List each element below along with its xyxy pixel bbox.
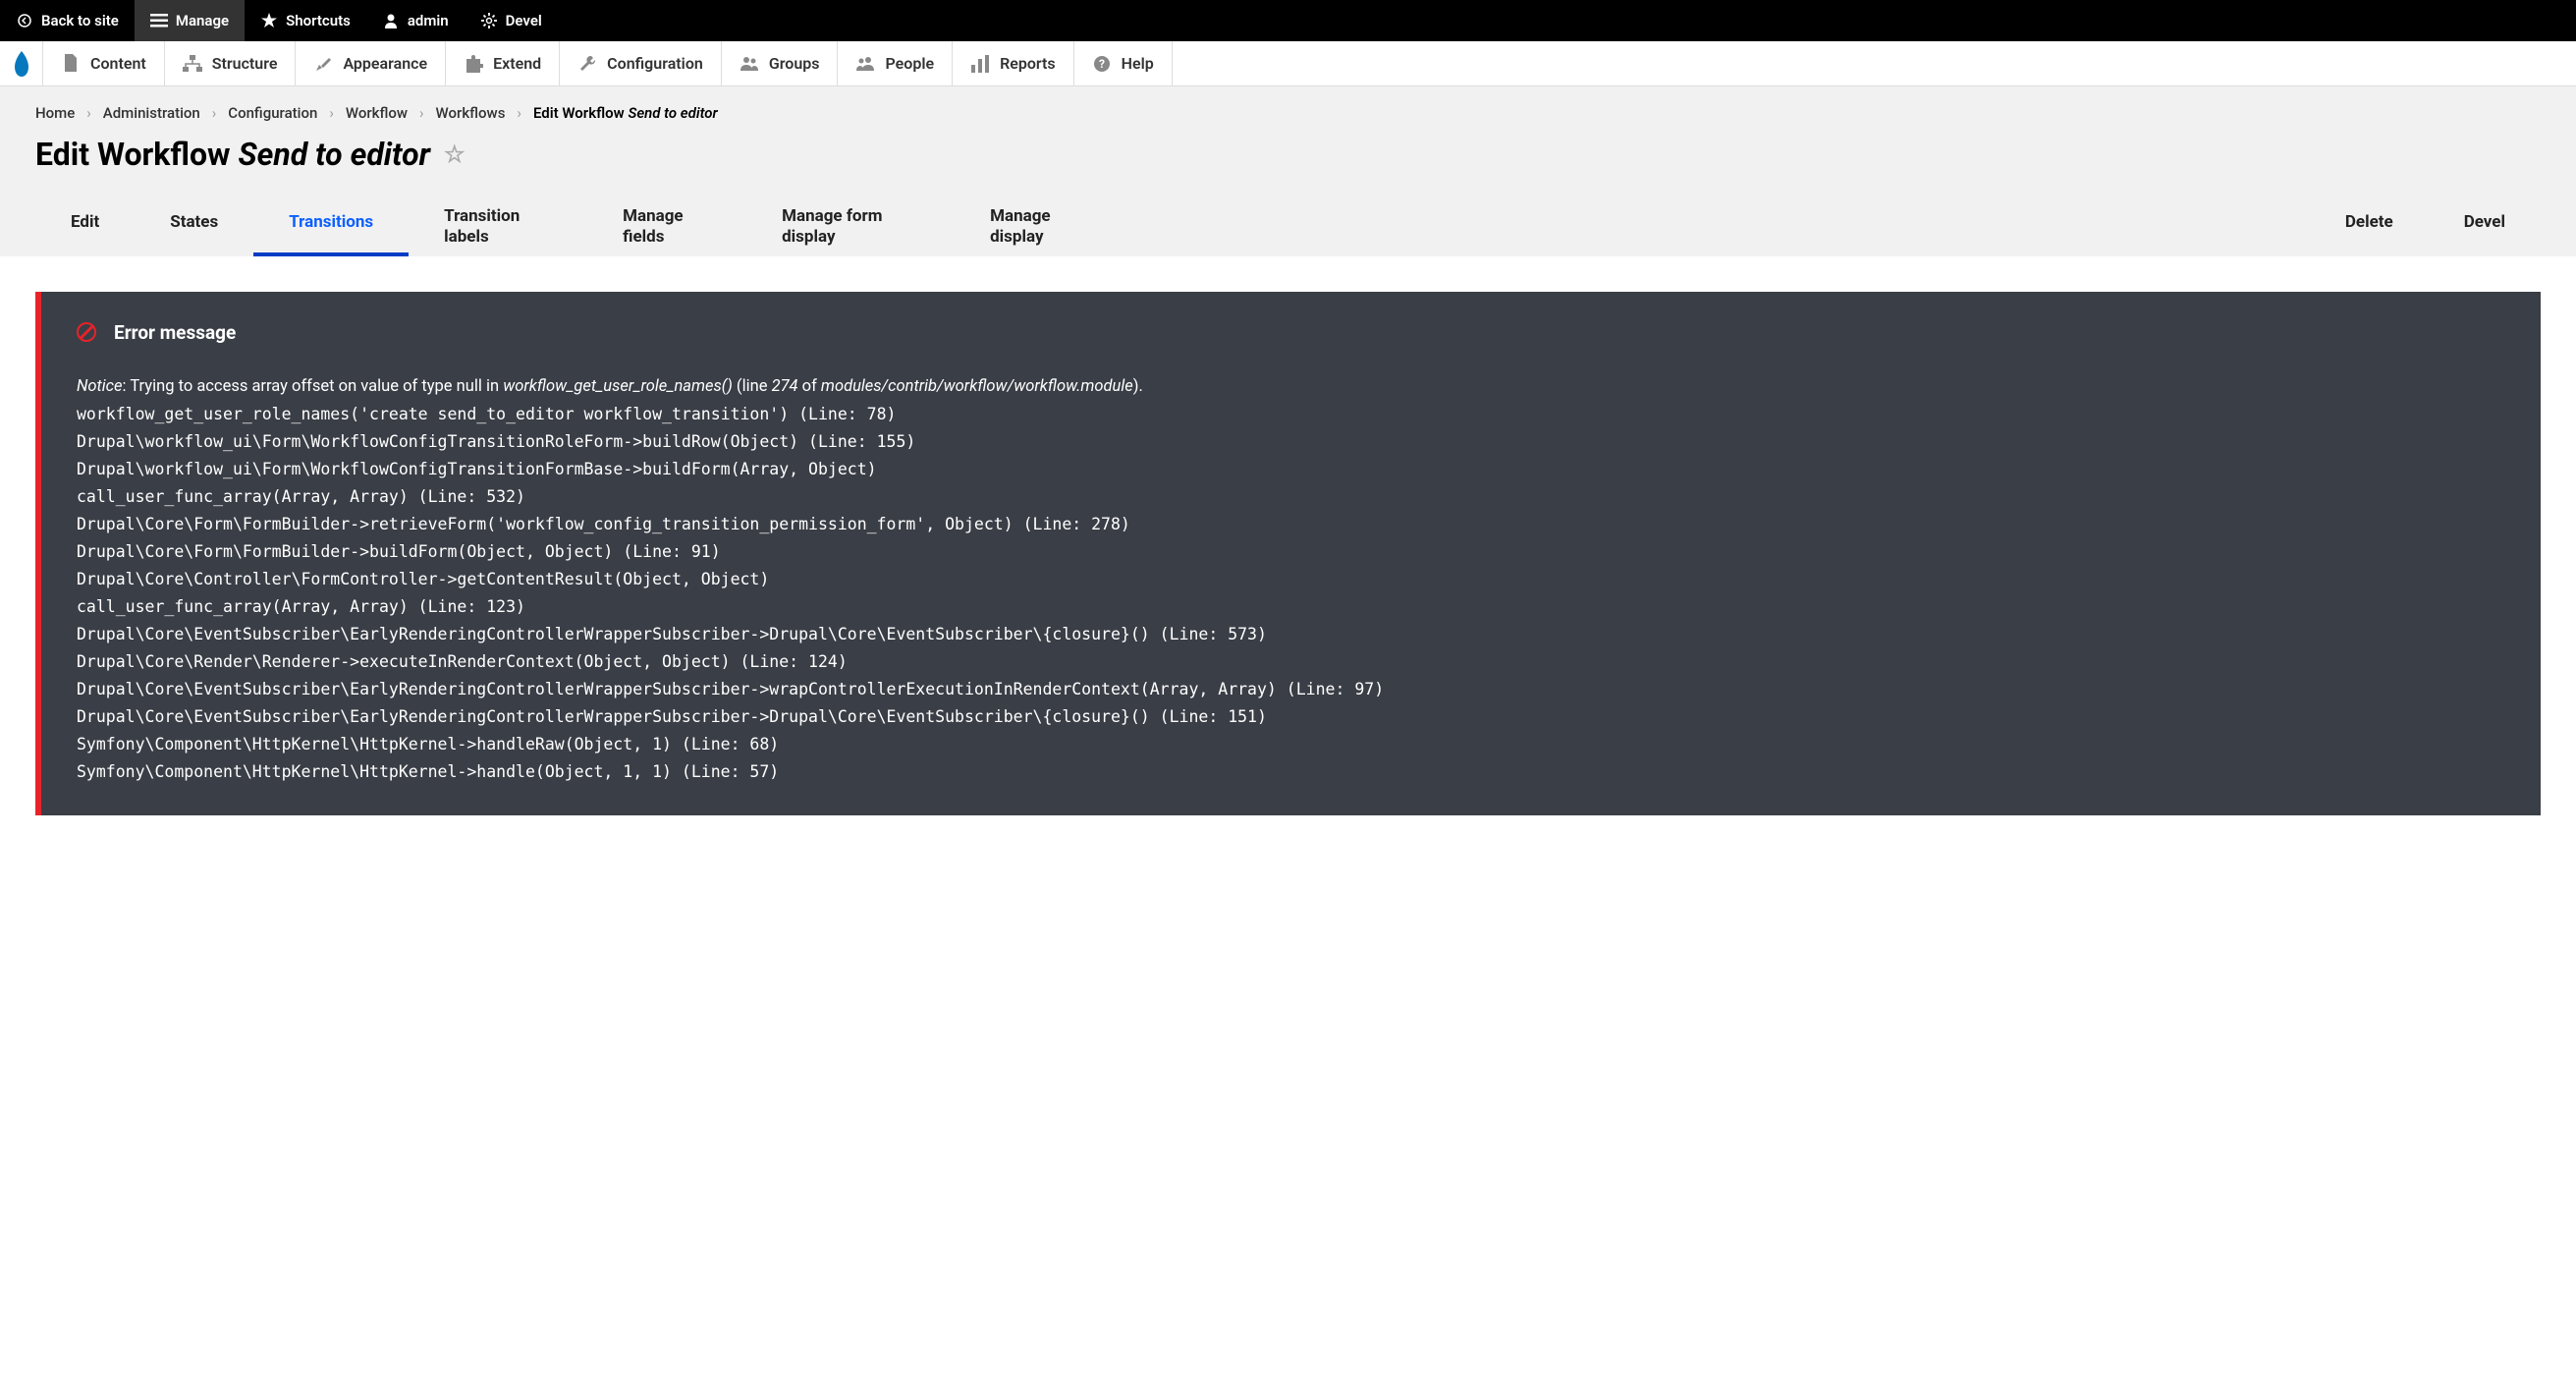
error-message: Error message Notice: Trying to access a…	[35, 292, 2541, 816]
breadcrumb-administration[interactable]: Administration	[103, 104, 200, 122]
drupal-logo[interactable]	[0, 41, 43, 86]
wrench-icon	[577, 54, 597, 74]
no-entry-icon	[77, 322, 96, 342]
error-body: Notice: Trying to access array offset on…	[77, 373, 2505, 787]
tab-states[interactable]: States	[135, 198, 253, 256]
top-toolbar: Back to site Manage Shortcuts admin Deve…	[0, 0, 2576, 41]
breadcrumb-configuration[interactable]: Configuration	[228, 104, 317, 122]
error-notice-close: ).	[1133, 377, 1143, 396]
error-notice-func: workflow_get_user_role_names()	[503, 377, 733, 396]
groups-icon	[740, 54, 759, 74]
admin-user-label: admin	[408, 12, 449, 29]
menu-help-label: Help	[1122, 54, 1154, 73]
page-title-prefix: Edit Workflow	[35, 136, 231, 173]
chart-icon	[970, 54, 990, 74]
menu-structure[interactable]: Structure	[165, 41, 297, 85]
back-to-site-label: Back to site	[41, 12, 119, 29]
menu-groups-label: Groups	[769, 54, 820, 73]
error-header: Error message	[77, 321, 2505, 344]
devel-label: Devel	[506, 12, 542, 29]
menu-content[interactable]: Content	[43, 41, 165, 85]
error-trace: workflow_get_user_role_names('create sen…	[77, 401, 2505, 787]
menu-structure-label: Structure	[212, 54, 278, 73]
error-title: Error message	[114, 321, 236, 344]
people-icon	[855, 54, 875, 74]
tab-manage-fields[interactable]: Manage fields	[587, 198, 746, 256]
tab-transition-labels[interactable]: Transition labels	[409, 198, 587, 256]
menu-icon	[150, 12, 168, 29]
menu-reports-label: Reports	[1000, 54, 1056, 73]
tab-edit[interactable]: Edit	[35, 198, 135, 256]
menu-appearance-label: Appearance	[343, 54, 427, 73]
back-to-site-link[interactable]: Back to site	[0, 0, 135, 41]
content-region: Error message Notice: Trying to access a…	[0, 256, 2576, 852]
chevron-right-icon: ›	[419, 104, 424, 122]
breadcrumb-workflows[interactable]: Workflows	[436, 104, 506, 122]
breadcrumb-workflow[interactable]: Workflow	[346, 104, 408, 122]
shortcuts-label: Shortcuts	[286, 12, 351, 29]
brush-icon	[313, 54, 333, 74]
breadcrumb: Home › Administration › Configuration › …	[35, 104, 2541, 122]
error-notice-of: of	[798, 377, 821, 396]
menu-appearance[interactable]: Appearance	[296, 41, 446, 85]
tab-devel[interactable]: Devel	[2429, 198, 2541, 256]
devel-link[interactable]: Devel	[465, 0, 558, 41]
tab-delete[interactable]: Delete	[2310, 198, 2429, 256]
tab-manage-form-display[interactable]: Manage form display	[746, 198, 955, 256]
error-notice-file: modules/contrib/workflow/workflow.module	[821, 377, 1133, 396]
error-notice-label: Notice	[77, 377, 123, 396]
tab-transitions[interactable]: Transitions	[253, 198, 409, 256]
shortcuts-link[interactable]: Shortcuts	[245, 0, 366, 41]
menu-reports[interactable]: Reports	[953, 41, 1074, 85]
tab-manage-display[interactable]: Manage display	[955, 198, 1114, 256]
breadcrumb-current-prefix: Edit Workflow	[533, 104, 625, 122]
breadcrumb-home[interactable]: Home	[35, 104, 75, 122]
manage-label: Manage	[176, 12, 229, 29]
back-icon	[16, 12, 33, 29]
menu-groups[interactable]: Groups	[722, 41, 839, 85]
error-notice-line-num: 274	[772, 377, 798, 396]
chevron-right-icon: ›	[329, 104, 334, 122]
error-notice-text: : Trying to access array offset on value…	[123, 377, 504, 396]
error-notice-line: Notice: Trying to access array offset on…	[77, 373, 2505, 401]
page-title-em: Send to editor	[238, 136, 430, 173]
menu-configuration-label: Configuration	[607, 54, 703, 73]
star-outline-icon[interactable]: ☆	[444, 140, 466, 168]
error-notice-line-prefix: (line	[733, 377, 772, 396]
gear-icon	[480, 12, 498, 29]
page-title: Edit Workflow Send to editor ☆	[35, 136, 2541, 173]
admin-menu: Content Structure Appearance Extend Conf…	[0, 41, 2576, 86]
tabs: Edit States Transitions Transition label…	[35, 198, 2541, 256]
svg-text:?: ?	[1099, 57, 1105, 71]
document-icon	[61, 54, 81, 74]
menu-people[interactable]: People	[838, 41, 953, 85]
menu-help[interactable]: ? Help	[1074, 41, 1173, 85]
star-icon	[260, 12, 278, 29]
chevron-right-icon: ›	[86, 104, 91, 122]
breadcrumb-current: Edit Workflow Send to editor	[533, 104, 718, 122]
menu-configuration[interactable]: Configuration	[560, 41, 722, 85]
manage-link[interactable]: Manage	[135, 0, 245, 41]
chevron-right-icon: ›	[517, 104, 521, 122]
menu-content-label: Content	[90, 54, 146, 73]
menu-extend[interactable]: Extend	[446, 41, 560, 85]
header-region: Home › Administration › Configuration › …	[0, 86, 2576, 256]
help-icon: ?	[1092, 54, 1112, 74]
admin-user-link[interactable]: admin	[366, 0, 465, 41]
structure-icon	[183, 54, 202, 74]
puzzle-icon	[464, 54, 483, 74]
menu-people-label: People	[885, 54, 934, 73]
menu-extend-label: Extend	[493, 54, 541, 73]
chevron-right-icon: ›	[212, 104, 217, 122]
breadcrumb-current-em: Send to editor	[628, 104, 717, 122]
user-icon	[382, 12, 400, 29]
